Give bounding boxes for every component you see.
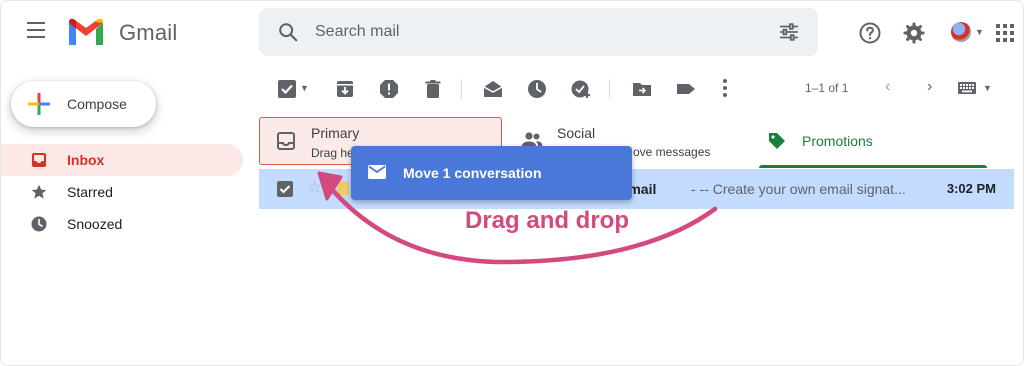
sidebar-item-label: Inbox	[67, 152, 105, 168]
sidebar-item-label: Starred	[67, 184, 113, 200]
sidebar-item-inbox[interactable]: Inbox	[1, 144, 243, 176]
tab-promotions-underline	[759, 165, 987, 168]
mail-icon	[368, 165, 386, 179]
snooze-clock-icon[interactable]	[527, 79, 547, 99]
tab-label: Primary	[311, 125, 360, 141]
search-input[interactable]	[315, 20, 755, 44]
apps-grid-icon[interactable]	[995, 23, 1015, 43]
search-bar[interactable]	[259, 8, 818, 56]
delete-trash-icon[interactable]	[423, 79, 443, 99]
tab-subtitle: Drag he	[311, 146, 354, 160]
inbox-icon	[32, 153, 46, 167]
newer-page-icon[interactable]: ‹	[885, 78, 890, 96]
plus-icon	[28, 93, 50, 115]
input-tools-dropdown-icon[interactable]: ▼	[983, 83, 992, 93]
account-caret-icon[interactable]: ▼	[975, 27, 984, 37]
sidebar-item-starred[interactable]: Starred	[1, 176, 243, 208]
toolbar-divider	[609, 79, 610, 99]
clock-icon	[31, 216, 47, 232]
compose-label: Compose	[67, 96, 127, 112]
row-checkbox-icon[interactable]	[277, 181, 293, 197]
select-all-checkbox-icon[interactable]	[277, 79, 297, 99]
older-page-icon[interactable]: ›	[927, 78, 932, 96]
settings-gear-icon[interactable]	[902, 21, 926, 45]
report-spam-icon[interactable]	[379, 79, 399, 99]
tab-subtitle: ove messages	[633, 145, 711, 159]
row-star-icon[interactable]: ☆	[307, 178, 322, 198]
move-to-icon[interactable]	[632, 79, 652, 99]
sidebar-item-label: Snoozed	[67, 216, 123, 232]
pagination-text: 1–1 of 1	[805, 81, 849, 95]
email-snippet: - -- Create your own email signat...	[691, 181, 906, 197]
label-tag-icon[interactable]	[676, 79, 696, 99]
archive-icon[interactable]	[335, 79, 355, 99]
inbox-icon	[277, 132, 295, 150]
gmail-logo-icon	[69, 18, 103, 45]
search-icon[interactable]	[277, 21, 299, 43]
compose-button[interactable]: Compose	[11, 81, 156, 127]
drag-and-drop-annotation: Drag and drop	[465, 207, 630, 234]
main-menu-icon[interactable]	[27, 22, 49, 42]
tab-label: Social	[557, 125, 596, 141]
drag-conversation-popup[interactable]: Move 1 conversation	[351, 146, 632, 200]
mark-as-read-icon[interactable]	[483, 79, 503, 99]
keyboard-input-icon[interactable]	[958, 82, 976, 94]
toolbar-divider	[461, 79, 462, 99]
tab-label: Promotions	[802, 133, 873, 149]
add-to-tasks-icon[interactable]	[571, 79, 591, 99]
help-icon[interactable]	[858, 21, 882, 45]
search-options-icon[interactable]	[778, 21, 800, 43]
star-icon	[31, 184, 47, 199]
top-bar: Gmail Search mail ▼	[1, 1, 1023, 63]
sidebar-item-snoozed[interactable]: Snoozed	[1, 208, 243, 240]
email-time: 3:02 PM	[946, 181, 996, 196]
importance-marker-icon[interactable]	[337, 181, 349, 195]
gmail-window: Gmail Search mail ▼ Compose Inbox Starre…	[0, 0, 1024, 366]
select-dropdown-icon[interactable]: ▼	[300, 83, 309, 93]
drag-popup-label: Move 1 conversation	[403, 165, 542, 181]
account-avatar[interactable]	[951, 22, 971, 42]
more-options-icon[interactable]	[723, 79, 727, 99]
tab-promotions[interactable]: Promotions	[759, 115, 987, 169]
app-name: Gmail	[119, 20, 178, 45]
tag-icon	[769, 133, 785, 149]
